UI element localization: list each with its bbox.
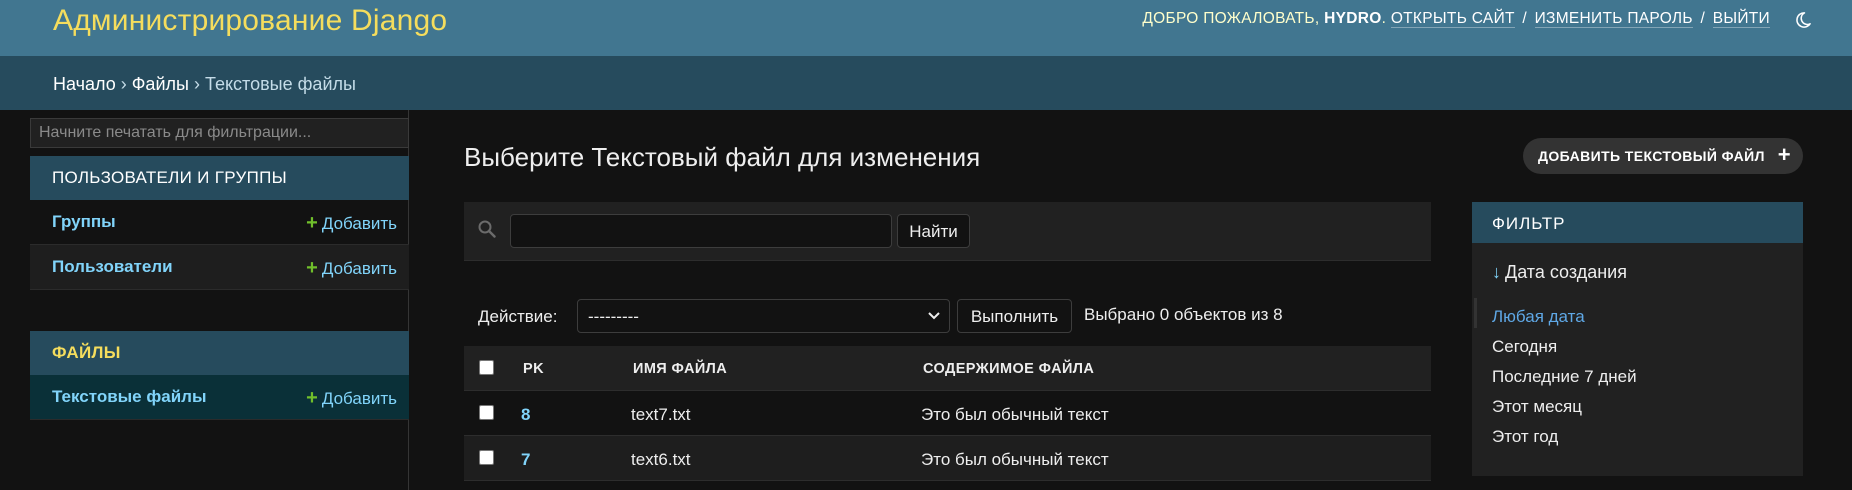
table-row: 7 text6.txt Это был обычный текст: [464, 436, 1431, 481]
filter-field-title[interactable]: ↓ Дата создания: [1492, 262, 1627, 283]
filter-option-year[interactable]: Этот год: [1492, 427, 1558, 447]
filter-heading: ФИЛЬТР: [1472, 202, 1803, 243]
table-header: PK ИМЯ ФАЙЛА СОДЕРЖИМОЕ ФАЙЛА: [464, 346, 1431, 391]
user-tools: ДОБРО ПОЖАЛОВАТЬ, HYDRO. ОТКРЫТЬ САЙТ / …: [1142, 10, 1770, 28]
row-content: Это был обычный текст: [921, 450, 1109, 469]
app-caption-files[interactable]: ФАЙЛЫ: [30, 331, 409, 375]
row-checkbox[interactable]: [479, 450, 494, 465]
table-row: 8 text7.txt Это был обычный текст: [464, 391, 1431, 436]
breadcrumb-app[interactable]: Файлы: [132, 74, 189, 94]
plus-icon: +: [306, 387, 318, 409]
add-user-link[interactable]: + Добавить: [306, 257, 397, 280]
breadcrumb-current: Текстовые файлы: [204, 74, 356, 94]
row-filename: text6.txt: [631, 450, 691, 469]
add-label: Добавить: [321, 259, 397, 278]
action-select[interactable]: ---------: [577, 299, 950, 333]
add-textfile-link[interactable]: + Добавить: [306, 387, 397, 410]
run-action-button[interactable]: Выполнить: [957, 299, 1072, 333]
separator: /: [1700, 10, 1706, 27]
sidebar-item-users: Пользователи + Добавить: [30, 245, 409, 290]
add-group-link[interactable]: + Добавить: [306, 212, 397, 235]
add-button-label: ДОБАВИТЬ ТЕКСТОВЫЙ ФАЙЛ: [1538, 148, 1765, 164]
sidebar-item-groups: Группы + Добавить: [30, 200, 409, 245]
add-textfile-button[interactable]: ДОБАВИТЬ ТЕКСТОВЫЙ ФАЙЛ +: [1523, 138, 1803, 174]
row-pk-link[interactable]: 8: [521, 405, 530, 425]
logout-link[interactable]: ВЫЙТИ: [1712, 10, 1770, 28]
add-label: Добавить: [321, 214, 397, 233]
filter-option-7days[interactable]: Последние 7 дней: [1492, 367, 1637, 387]
username: HYDRO: [1324, 10, 1382, 27]
filter-option-today[interactable]: Сегодня: [1492, 337, 1557, 357]
page-title: Выберите Текстовый файл для изменения: [464, 142, 981, 172]
filter-field-label: Дата создания: [1505, 262, 1627, 282]
action-counter: Выбрано 0 объектов из 8: [1084, 305, 1283, 324]
filter-option-month[interactable]: Этот месяц: [1492, 397, 1582, 417]
separator: /: [1522, 10, 1527, 27]
separator: .: [1381, 10, 1387, 27]
sidebar-item-textfiles: Текстовые файлы + Добавить: [30, 375, 409, 420]
sidebar-item-label[interactable]: Пользователи: [52, 257, 173, 277]
plus-icon: +: [1777, 142, 1791, 167]
site-name[interactable]: Администрирование Django: [53, 4, 447, 38]
column-header-content[interactable]: СОДЕРЖИМОЕ ФАЙЛА: [923, 361, 1094, 377]
actions-bar: Действие: --------- Выполнить Выбрано 0 …: [464, 295, 1431, 335]
row-content: Это был обычный текст: [921, 405, 1109, 424]
change-password-link[interactable]: ИЗМЕНИТЬ ПАРОЛЬ: [1534, 10, 1693, 28]
row-filename: text7.txt: [631, 405, 691, 424]
result-table: PK ИМЯ ФАЙЛА СОДЕРЖИМОЕ ФАЙЛА 8 text7.tx…: [464, 346, 1431, 481]
column-header-pk[interactable]: PK: [523, 361, 544, 377]
select-all-checkbox[interactable]: [479, 360, 494, 375]
breadcrumb: Начало › Файлы › Текстовые файлы: [0, 56, 1852, 110]
filter-panel: ФИЛЬТР ↓ Дата создания Любая дата Сегодня…: [1472, 202, 1803, 476]
header: Администрирование Django ДОБРО ПОЖАЛОВАТ…: [0, 0, 1852, 56]
chevron-down-icon: [928, 312, 940, 320]
welcome-text: ДОБРО ПОЖАЛОВАТЬ,: [1142, 10, 1320, 27]
sort-arrow-icon: ↓: [1492, 262, 1501, 282]
search-button[interactable]: Найти: [897, 214, 970, 248]
search-icon: [478, 220, 496, 238]
row-pk-link[interactable]: 7: [521, 450, 530, 470]
action-selected-value: ---------: [588, 307, 639, 326]
breadcrumb-separator: ›: [120, 74, 127, 94]
column-header-filename[interactable]: ИМЯ ФАЙЛА: [633, 361, 727, 377]
action-label: Действие:: [478, 307, 558, 326]
sidebar-item-label[interactable]: Группы: [52, 212, 116, 232]
filter-selected-marker: [1474, 298, 1477, 328]
row-checkbox[interactable]: [479, 405, 494, 420]
view-site-link[interactable]: ОТКРЫТЬ САЙТ: [1390, 10, 1515, 28]
breadcrumb-separator: ›: [193, 74, 200, 94]
plus-icon: +: [306, 212, 318, 234]
search-toolbar: Найти: [464, 202, 1431, 261]
search-input[interactable]: [510, 214, 892, 248]
sidebar-filter-input[interactable]: Начните печатать для фильтрации...: [30, 118, 409, 148]
app-caption-auth[interactable]: ПОЛЬЗОВАТЕЛИ И ГРУППЫ: [30, 156, 409, 200]
plus-icon: +: [306, 257, 318, 279]
nav-sidebar: Начните печатать для фильтрации... ПОЛЬЗ…: [30, 110, 409, 490]
add-label: Добавить: [321, 389, 397, 408]
moon-icon[interactable]: [1794, 11, 1812, 29]
breadcrumb-home[interactable]: Начало: [53, 74, 116, 94]
sidebar-item-label[interactable]: Текстовые файлы: [52, 387, 206, 407]
filter-option-any[interactable]: Любая дата: [1492, 307, 1585, 327]
